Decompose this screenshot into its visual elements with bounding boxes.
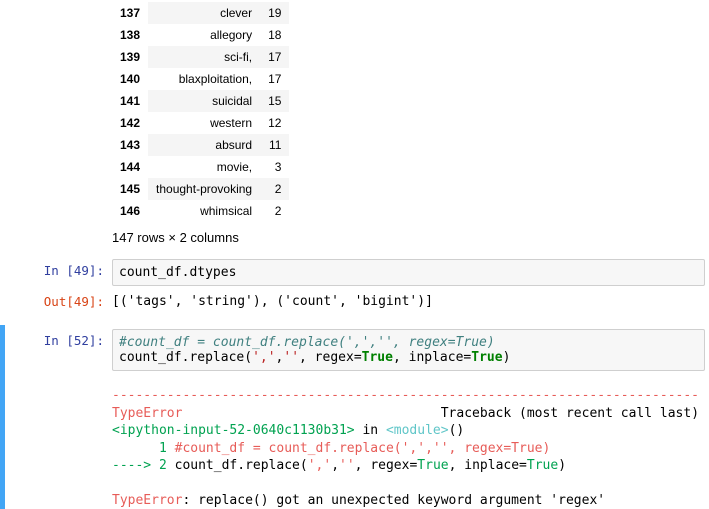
traceback-label: Traceback (most recent call last) bbox=[441, 406, 699, 421]
cell-tags: western bbox=[148, 112, 260, 134]
code-comment: #count_df = count_df.replace(',','', reg… bbox=[119, 335, 495, 350]
error-rule: ----------------------------------------… bbox=[112, 388, 699, 403]
traceback-block: ----------------------------------------… bbox=[112, 385, 705, 509]
error-final-msg: : replace() got an unexpected keyword ar… bbox=[182, 493, 605, 508]
cell-count: 19 bbox=[260, 2, 289, 24]
code-input-52[interactable]: #count_df = count_df.replace(',','', reg… bbox=[112, 329, 705, 371]
error-name: TypeError bbox=[112, 406, 182, 421]
row-index: 142 bbox=[112, 112, 148, 134]
dataframe-summary: 147 rows × 2 columns bbox=[112, 230, 705, 245]
cell-count: 12 bbox=[260, 112, 289, 134]
prompt-gutter-empty bbox=[5, 385, 112, 509]
cell-tags: suicidal bbox=[148, 90, 260, 112]
table-row[interactable]: 143absurd11 bbox=[112, 134, 289, 156]
dataframe-table[interactable]: 137clever19 138allegory18 139sci-fi,17 1… bbox=[112, 2, 289, 222]
cell-tags: sci-fi, bbox=[148, 46, 260, 68]
in-prompt-52: In [52]: bbox=[5, 329, 112, 371]
output-cell-49: Out[49]: [('tags', 'string'), ('count', … bbox=[0, 288, 709, 315]
row-index: 146 bbox=[112, 200, 148, 222]
error-arrow: ----> 2 bbox=[112, 458, 175, 473]
cell-tags: whimsical bbox=[148, 200, 260, 222]
table-row[interactable]: 142western12 bbox=[112, 112, 289, 134]
cell-count: 2 bbox=[260, 200, 289, 222]
cell-tags: blaxploitation, bbox=[148, 68, 260, 90]
dataframe-body: 137clever19 138allegory18 139sci-fi,17 1… bbox=[112, 2, 289, 222]
row-index: 144 bbox=[112, 156, 148, 178]
table-row[interactable]: 145thought-provoking2 bbox=[112, 178, 289, 200]
cell-tags: movie, bbox=[148, 156, 260, 178]
row-index: 141 bbox=[112, 90, 148, 112]
table-row[interactable]: 144movie,3 bbox=[112, 156, 289, 178]
cell-count: 11 bbox=[260, 134, 289, 156]
notebook-container: 137clever19 138allegory18 139sci-fi,17 1… bbox=[0, 0, 709, 509]
code-cell-52-selected[interactable]: In [52]: #count_df = count_df.replace(',… bbox=[0, 325, 709, 509]
row-index: 140 bbox=[112, 68, 148, 90]
cell-tags: thought-provoking bbox=[148, 178, 260, 200]
error-final-name: TypeError bbox=[112, 493, 182, 508]
cell-count: 2 bbox=[260, 178, 289, 200]
table-row[interactable]: 141suicidal15 bbox=[112, 90, 289, 112]
table-row[interactable]: 146whimsical2 bbox=[112, 200, 289, 222]
row-index: 137 bbox=[112, 2, 148, 24]
cell-tags: allegory bbox=[148, 24, 260, 46]
row-index: 138 bbox=[112, 24, 148, 46]
plain-output-49: [('tags', 'string'), ('count', 'bigint')… bbox=[112, 290, 705, 313]
table-row[interactable]: 138allegory18 bbox=[112, 24, 289, 46]
cell-count: 3 bbox=[260, 156, 289, 178]
table-row[interactable]: 140blaxploitation,17 bbox=[112, 68, 289, 90]
cell-tags: clever bbox=[148, 2, 260, 24]
output-cell-52-error: ----------------------------------------… bbox=[5, 383, 709, 509]
code-input-49[interactable]: count_df.dtypes bbox=[112, 259, 705, 286]
row-index: 145 bbox=[112, 178, 148, 200]
row-index: 143 bbox=[112, 134, 148, 156]
output-cell-dataframe: 137clever19 138allegory18 139sci-fi,17 1… bbox=[0, 0, 709, 247]
in-prompt-49: In [49]: bbox=[0, 259, 112, 286]
output-content: 137clever19 138allegory18 139sci-fi,17 1… bbox=[112, 2, 709, 245]
table-row[interactable]: 137clever19 bbox=[112, 2, 289, 24]
cell-count: 17 bbox=[260, 68, 289, 90]
cell-count: 18 bbox=[260, 24, 289, 46]
cell-count: 17 bbox=[260, 46, 289, 68]
traceback-location: <ipython-input-52-0640c1130b31> bbox=[112, 423, 355, 438]
out-prompt-49: Out[49]: bbox=[0, 290, 112, 313]
code-cell-49[interactable]: In [49]: count_df.dtypes bbox=[0, 257, 709, 288]
code-cell-52-input-row: In [52]: #count_df = count_df.replace(',… bbox=[5, 327, 709, 373]
row-index: 139 bbox=[112, 46, 148, 68]
cell-tags: absurd bbox=[148, 134, 260, 156]
table-row[interactable]: 139sci-fi,17 bbox=[112, 46, 289, 68]
prompt-gutter-empty bbox=[0, 2, 112, 245]
cell-count: 15 bbox=[260, 90, 289, 112]
